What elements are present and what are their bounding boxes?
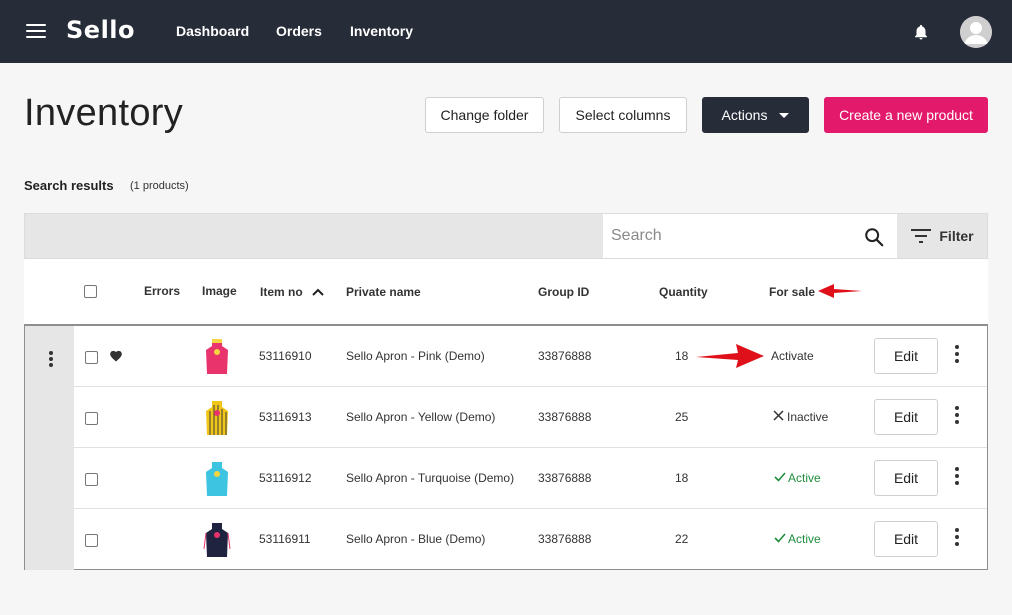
group-id: 33876888 xyxy=(538,532,592,546)
status-text: Inactive xyxy=(787,410,829,424)
more-options-icon[interactable] xyxy=(950,406,964,428)
annotation-arrow-icon xyxy=(696,344,764,368)
status-text: Active xyxy=(788,471,821,485)
check-icon xyxy=(774,472,786,482)
table-header: Errors Image Item no Private name Group … xyxy=(24,259,988,324)
app-logo[interactable]: Sello xyxy=(66,16,135,44)
product-image[interactable] xyxy=(197,336,237,376)
page-title: Inventory xyxy=(24,92,184,134)
row-checkbox[interactable] xyxy=(85,351,98,364)
product-image[interactable] xyxy=(197,458,237,498)
group-id: 33876888 xyxy=(538,349,592,363)
create-product-button[interactable]: Create a new product xyxy=(824,97,988,133)
user-avatar-icon[interactable] xyxy=(960,16,992,48)
quantity: 22 xyxy=(675,532,689,546)
search-box xyxy=(603,214,897,258)
column-header-private-name[interactable]: Private name xyxy=(346,285,421,299)
edit-button[interactable]: Edit xyxy=(874,460,938,496)
close-icon xyxy=(773,410,784,421)
quantity: 18 xyxy=(675,471,689,485)
for-sale-status[interactable]: Active xyxy=(774,532,821,546)
hamburger-icon[interactable] xyxy=(26,24,46,40)
search-toolbar: Filter xyxy=(24,213,988,259)
caret-down-icon xyxy=(779,112,790,118)
row-checkbox[interactable] xyxy=(85,412,98,425)
nav-link-orders[interactable]: Orders xyxy=(276,23,322,39)
actions-dropdown-button[interactable]: Actions xyxy=(702,97,809,133)
check-icon xyxy=(774,533,786,543)
private-name: Sello Apron - Pink (Demo) xyxy=(346,349,485,363)
item-no: 53116911 xyxy=(259,532,311,546)
edit-button[interactable]: Edit xyxy=(874,338,938,374)
status-text: Active xyxy=(788,532,821,546)
top-navbar: Sello Dashboard Orders Inventory xyxy=(0,0,1012,63)
for-sale-activate-link[interactable]: Activate xyxy=(771,349,814,363)
group-id: 33876888 xyxy=(538,471,592,485)
for-sale-status[interactable]: Active xyxy=(774,471,821,485)
search-results-label: Search results xyxy=(24,178,114,193)
row-checkbox[interactable] xyxy=(85,473,98,486)
sort-ascending-icon xyxy=(312,288,324,296)
filter-label: Filter xyxy=(939,228,974,244)
bell-icon[interactable] xyxy=(912,23,930,41)
table-row[interactable]: 53116910 Sello Apron - Pink (Demo) 33876… xyxy=(74,326,987,387)
product-image[interactable] xyxy=(197,397,237,437)
column-header-item-no[interactable]: Item no xyxy=(260,285,324,299)
filter-button[interactable]: Filter xyxy=(897,214,988,258)
filter-icon xyxy=(911,229,932,243)
table-row[interactable]: 53116913 Sello Apron - Yellow (Demo) 338… xyxy=(74,387,987,448)
actions-label: Actions xyxy=(721,107,768,123)
private-name: Sello Apron - Yellow (Demo) xyxy=(346,410,496,424)
product-image[interactable] xyxy=(197,519,237,559)
nav-link-dashboard[interactable]: Dashboard xyxy=(176,23,249,39)
select-all-checkbox[interactable] xyxy=(84,285,97,298)
for-sale-status[interactable]: Inactive xyxy=(773,410,828,424)
favorite-heart-icon[interactable] xyxy=(109,349,123,362)
change-folder-button[interactable]: Change folder xyxy=(425,97,544,133)
search-input[interactable] xyxy=(611,225,851,247)
table-row[interactable]: 53116912 Sello Apron - Turquoise (Demo) … xyxy=(74,448,987,509)
row-menu-icon[interactable] xyxy=(48,351,54,369)
edit-button[interactable]: Edit xyxy=(874,399,938,435)
column-header-for-sale[interactable]: For sale xyxy=(769,285,815,299)
private-name: Sello Apron - Blue (Demo) xyxy=(346,532,486,546)
item-no: 53116912 xyxy=(259,471,312,485)
quantity: 18 xyxy=(675,349,689,363)
product-table: 53116910 Sello Apron - Pink (Demo) 33876… xyxy=(24,324,988,570)
quantity: 25 xyxy=(675,410,689,424)
table-row[interactable]: 53116911 Sello Apron - Blue (Demo) 33876… xyxy=(74,509,987,570)
row-checkbox[interactable] xyxy=(85,534,98,547)
more-options-icon[interactable] xyxy=(950,467,964,489)
item-no: 53116913 xyxy=(259,410,312,424)
more-options-icon[interactable] xyxy=(950,345,964,367)
more-options-icon[interactable] xyxy=(950,528,964,550)
item-no-label: Item no xyxy=(260,285,303,299)
nav-link-inventory[interactable]: Inventory xyxy=(350,23,413,39)
annotation-arrow-icon xyxy=(818,284,862,298)
column-header-quantity[interactable]: Quantity xyxy=(659,285,708,299)
select-columns-button[interactable]: Select columns xyxy=(559,97,687,133)
column-header-errors[interactable]: Errors xyxy=(144,284,180,298)
edit-button[interactable]: Edit xyxy=(874,521,938,557)
column-header-group-id[interactable]: Group ID xyxy=(538,285,589,299)
item-no: 53116910 xyxy=(259,349,312,363)
group-id: 33876888 xyxy=(538,410,592,424)
column-header-image[interactable]: Image xyxy=(202,284,237,298)
search-icon[interactable] xyxy=(863,226,885,248)
results-count: (1 products) xyxy=(130,180,189,192)
private-name: Sello Apron - Turquoise (Demo) xyxy=(346,471,515,485)
